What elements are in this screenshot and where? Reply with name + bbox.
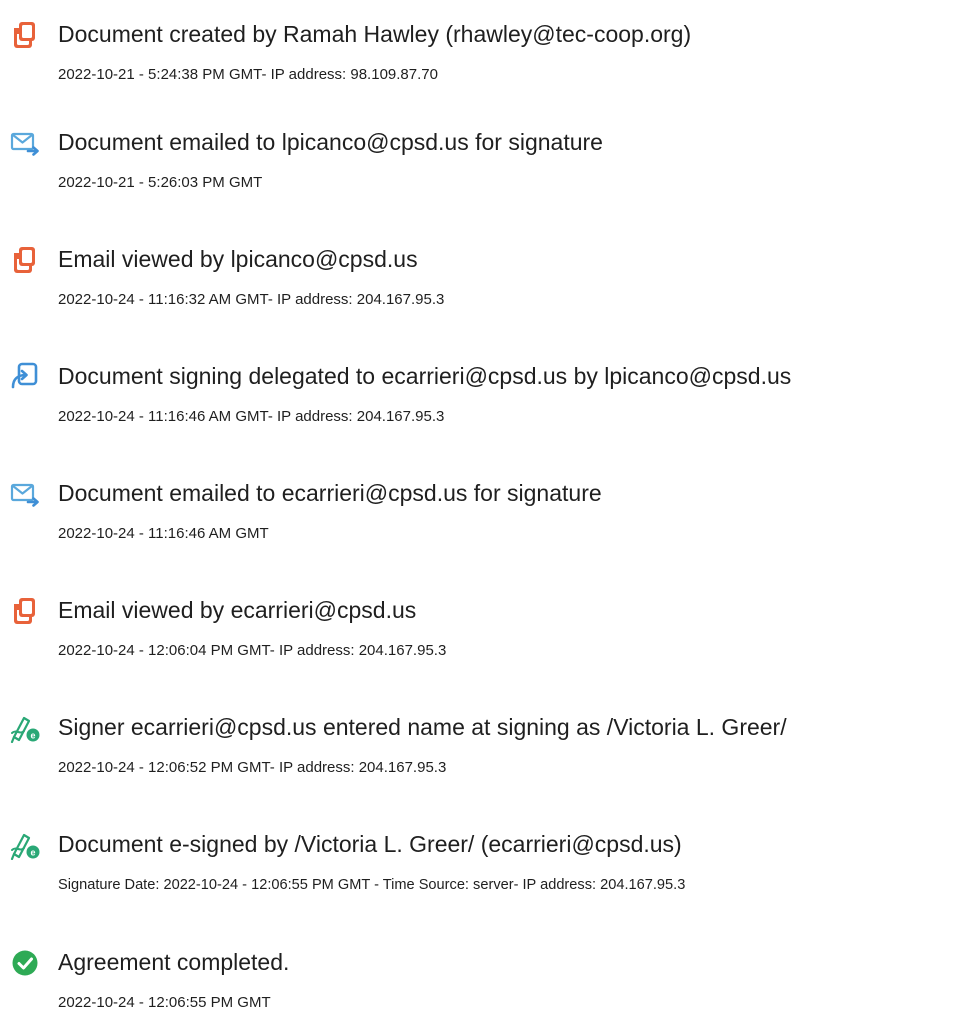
email-icon: [10, 479, 40, 509]
event-meta: 2022-10-24 - 11:16:46 AM GMT: [58, 525, 269, 542]
esign-pen-icon: e: [10, 713, 40, 743]
audit-event: Document created by Ramah Hawley (rhawle…: [0, 10, 976, 110]
audit-event: Document emailed to lpicanco@cpsd.us for…: [0, 118, 976, 218]
document-icon: [10, 596, 40, 626]
audit-event: Document signing delegated to ecarrieri@…: [0, 352, 976, 452]
delegate-icon: [10, 362, 40, 392]
audit-log: Document created by Ramah Hawley (rhawle…: [0, 0, 976, 1011]
audit-event: Document emailed to ecarrieri@cpsd.us fo…: [0, 469, 976, 569]
audit-event: Email viewed by lpicanco@cpsd.us 2022-10…: [0, 235, 976, 335]
esign-pen-icon: e: [10, 830, 40, 860]
audit-event: Agreement completed. 2022-10-24 - 12:06:…: [0, 938, 976, 1011]
event-title: Document signing delegated to ecarrieri@…: [58, 363, 792, 389]
audit-event: Email viewed by ecarrieri@cpsd.us 2022-1…: [0, 586, 976, 686]
email-icon: [10, 128, 40, 158]
event-title: Email viewed by lpicanco@cpsd.us: [58, 246, 418, 272]
event-meta: 2022-10-24 - 12:06:04 PM GMT- IP address…: [58, 642, 447, 659]
check-circle-icon: [10, 948, 40, 978]
audit-event: e Signer ecarrieri@cpsd.us entered name …: [0, 703, 976, 803]
event-meta: 2022-10-21 - 5:26:03 PM GMT: [58, 174, 263, 191]
event-meta: 2022-10-24 - 12:06:52 PM GMT- IP address…: [58, 759, 447, 776]
svg-text:e: e: [30, 848, 35, 858]
event-title: Agreement completed.: [58, 949, 290, 975]
document-icon: [10, 20, 40, 50]
event-meta: 2022-10-24 - 11:16:32 AM GMT- IP address…: [58, 291, 445, 308]
event-meta: 2022-10-24 - 12:06:55 PM GMT: [58, 994, 271, 1011]
audit-event: e Document e-signed by /Victoria L. Gree…: [0, 820, 976, 920]
event-meta: Signature Date: 2022-10-24 - 12:06:55 PM…: [58, 877, 686, 893]
event-title: Document emailed to ecarrieri@cpsd.us fo…: [58, 480, 602, 506]
event-meta: 2022-10-24 - 11:16:46 AM GMT- IP address…: [58, 408, 445, 425]
event-title: Document e-signed by /Victoria L. Greer/…: [58, 831, 682, 857]
event-title: Signer ecarrieri@cpsd.us entered name at…: [58, 714, 787, 740]
event-meta: 2022-10-21 - 5:24:38 PM GMT- IP address:…: [58, 66, 438, 83]
event-title: Document emailed to lpicanco@cpsd.us for…: [58, 129, 603, 155]
document-icon: [10, 245, 40, 275]
svg-text:e: e: [30, 731, 35, 741]
event-title: Email viewed by ecarrieri@cpsd.us: [58, 597, 417, 623]
event-title: Document created by Ramah Hawley (rhawle…: [58, 21, 692, 47]
